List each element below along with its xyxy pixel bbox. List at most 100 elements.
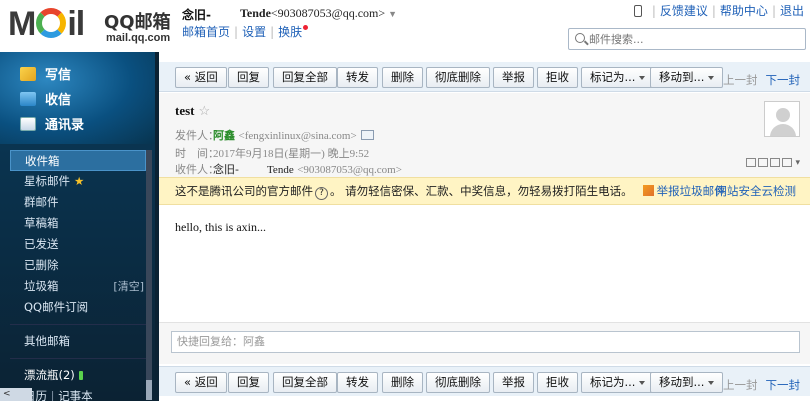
mail-time: 2017年9月18日(星期一) 晚上9:52 [213,148,370,160]
receive-button[interactable]: 收信 [20,89,71,108]
reply-all-button[interactable]: 回复全部 [273,372,337,393]
report-spam-icon [642,185,654,196]
back-button[interactable]: « 返回 [175,67,227,88]
logo-mail-wordmark: Mil [8,5,85,43]
vcard-icon[interactable] [360,130,374,140]
forward-button[interactable]: 转发 [337,67,378,88]
reject-button[interactable]: 拒收 [537,372,578,393]
sidebar-item-group-mail[interactable]: 群邮件 [10,192,146,213]
prev-mail-link[interactable]: 上一封 [723,73,758,87]
link-settings[interactable]: 设置 [242,25,266,39]
user-nickname: 念旧- [182,8,211,22]
sidebar-item-other-mailboxes[interactable]: 其他邮箱 [10,331,146,352]
from-row: 发件人：阿鑫 <fengxinlinux@sina.com> [175,127,374,143]
mail-body: hello, this is axin... [175,220,266,234]
write-icon [20,67,36,81]
recipient-address: <903087053@qq.com> [297,164,402,176]
logo-o-ring [36,8,67,38]
back-button[interactable]: « 返回 [175,372,227,393]
chevron-down-icon [708,76,715,80]
new-window-icon[interactable] [746,158,757,167]
safety-check-link[interactable]: 网站安全云检测 [716,178,797,204]
mail-toolbar-top: « 返回 回复 回复全部 转发 删除 彻底删除 举报 拒收 标记为... 移动到… [159,62,810,92]
link-feedback[interactable]: 反馈建议 [660,4,708,18]
scrollbar-thumb[interactable] [146,380,152,400]
next-mail-link[interactable]: 下一封 [766,378,801,392]
account-switcher[interactable]: Tende<903087053@qq.com> ▼ [240,6,397,21]
search-icon[interactable] [575,33,585,43]
sender-name[interactable]: 阿鑫 [213,129,235,142]
mark-as-dropdown[interactable]: 标记为... [581,372,655,393]
chevron-down-icon[interactable]: ▾ [795,158,800,168]
reply-button[interactable]: 回复 [228,67,269,88]
link-change-skin[interactable]: 换肤 [278,25,302,39]
link-help[interactable]: 帮助中心 [720,4,768,18]
report-button[interactable]: 举报 [493,67,534,88]
time-label: 时 间： [175,147,219,160]
sidebar-item-spam[interactable]: 垃圾箱 [清空] [10,276,146,297]
phone-icon[interactable] [633,5,642,17]
sidebar-scrollbar[interactable] [146,150,152,400]
report-button[interactable]: 举报 [493,372,534,393]
divider [10,324,146,325]
chevron-down-icon [639,76,646,80]
reply-button[interactable]: 回复 [228,372,269,393]
delete-permanently-button[interactable]: 彻底删除 [426,372,490,393]
link-logout[interactable]: 退出 [780,4,804,18]
user-info: 念旧- Tende<903087053@qq.com> ▼ [182,6,397,23]
sidebar: 写信 收信 通讯录 收件箱 星标邮件 ★ 群邮件 草稿箱 已发送 已删除 垃圾箱[… [0,52,155,401]
quick-reply-input[interactable]: 快捷回复给：阿鑫 [171,331,800,353]
warning-text-pre: 这不是腾讯公司的官方邮件 [175,184,313,198]
recipient-name: 念旧- [213,163,239,176]
inbox-icon [20,92,36,106]
warning-text-post: 。 请勿轻信密保、汇款、中奖信息，勿轻易拨打陌生电话。 [330,184,633,198]
delete-button[interactable]: 删除 [382,372,423,393]
notes-link[interactable]: 记事本 [58,389,93,401]
qq-mail-logo[interactable]: Mil QQ邮箱 mail.qq.com [8,6,178,46]
bottle-icon [78,371,83,380]
from-label: 发件人： [175,129,219,142]
reply-all-button[interactable]: 回复全部 [273,67,337,88]
sidebar-item-subscriptions[interactable]: QQ邮件订阅 [10,297,146,318]
move-to-dropdown[interactable]: 移动到... [650,372,724,393]
star-outline-icon[interactable]: ☆ [199,103,211,118]
sidebar-item-deleted[interactable]: 已删除 [10,255,146,276]
user-links: 邮箱首页 | 设置 | 换肤 [182,23,309,40]
sender-address: <fengxinlinux@sina.com> [238,130,357,142]
to-row: 收件人：念旧- Tende <903087053@qq.com> [175,161,402,177]
sidebar-item-sent[interactable]: 已发送 [10,234,146,255]
copy-icon[interactable] [758,158,769,167]
delete-button[interactable]: 删除 [382,67,423,88]
mail-search-input[interactable] [589,31,799,47]
star-icon: ★ [74,174,85,188]
logo-domain: mail.qq.com [106,32,171,44]
prev-mail-link[interactable]: 上一封 [723,378,758,392]
mail-pager: 上一封 下一封 [723,72,800,88]
mail-header: test ☆ 发件人：阿鑫 <fengxinlinux@sina.com> 时 间… [159,93,810,177]
sidebar-item-starred[interactable]: 星标邮件 ★ [10,171,146,192]
sidebar-item-inbox[interactable]: 收件箱 [10,150,146,171]
next-mail-link[interactable]: 下一封 [766,73,801,87]
mark-as-dropdown[interactable]: 标记为... [581,67,655,88]
delete-permanently-button[interactable]: 彻底删除 [426,67,490,88]
forward-button[interactable]: 转发 [337,372,378,393]
notification-dot [303,25,309,30]
mail-subject: test ☆ [175,103,211,118]
sidebar-item-drift-bottle[interactable]: 漂流瓶(2) [10,365,146,386]
link-mail-home[interactable]: 邮箱首页 [182,25,230,39]
empty-spam-link[interactable]: [清空] [113,276,144,297]
security-warning-bar: 这不是腾讯公司的官方邮件?。 请勿轻信密保、汇款、中奖信息，勿轻易拨打陌生电话。… [159,177,810,205]
sender-avatar[interactable] [764,101,800,137]
recipient-account: Tende [266,164,294,176]
print-icon[interactable] [782,158,793,167]
download-icon[interactable] [770,158,781,167]
compose-button[interactable]: 写信 [20,64,71,83]
help-icon[interactable]: ? [315,187,328,200]
chevron-down-icon: ▼ [388,9,398,19]
move-to-dropdown[interactable]: 移动到... [650,67,724,88]
sidebar-item-drafts[interactable]: 草稿箱 [10,213,146,234]
contacts-button[interactable]: 通讯录 [20,114,84,133]
header: Mil QQ邮箱 mail.qq.com 念旧- Tende<903087053… [0,0,810,52]
collapse-sidebar-button[interactable]: < [0,388,32,401]
reject-button[interactable]: 拒收 [537,67,578,88]
